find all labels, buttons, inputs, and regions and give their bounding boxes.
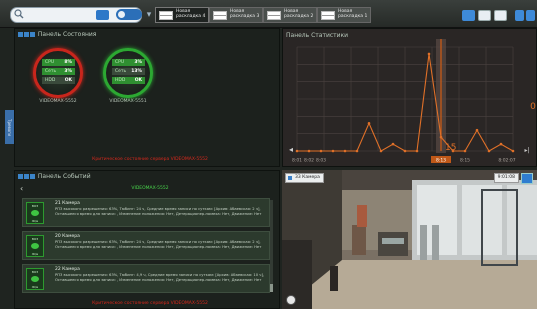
chart-point bbox=[463, 149, 467, 153]
layout-icon bbox=[213, 11, 227, 20]
chart-point bbox=[439, 135, 443, 139]
chart-point bbox=[403, 149, 407, 153]
chart-point bbox=[331, 149, 335, 153]
chart-cursor-value: 15 bbox=[445, 143, 456, 153]
tab-layout-3[interactable]: Новая раскладка 3 bbox=[209, 7, 263, 23]
camera-icon bbox=[288, 176, 292, 180]
chart-point bbox=[415, 149, 419, 153]
chart-right-value: 0 bbox=[530, 102, 536, 112]
layout-icon bbox=[159, 11, 173, 20]
server-name: VIDEOMAX-5551 bbox=[109, 99, 147, 104]
chart-point bbox=[379, 149, 383, 153]
camera-label[interactable]: 33 Камера bbox=[285, 173, 324, 183]
event-item[interactable]: ВОЗ Ж/м 20 Камера РП3 высокого разрешения… bbox=[22, 231, 270, 260]
event-item[interactable]: ВОЗ Ж/м 22 Камера РП3 высокого разрешения… bbox=[22, 264, 270, 293]
panel-icon bbox=[30, 32, 35, 37]
status-panel-header: Панель Состояния bbox=[18, 31, 96, 38]
chart-point bbox=[307, 149, 311, 153]
events-panel-title: Панель Событий bbox=[37, 173, 91, 180]
panel-icon bbox=[18, 32, 23, 37]
chart-point bbox=[355, 149, 359, 153]
chart-point bbox=[343, 149, 347, 153]
chevron-down-icon[interactable]: ▾ bbox=[144, 9, 154, 21]
cpu-row: CPU 3% bbox=[112, 59, 145, 66]
hdd-row: HDD OK bbox=[112, 77, 145, 84]
event-title: 21 Камера bbox=[55, 201, 80, 206]
search-icon bbox=[14, 9, 24, 19]
event-text: РП3 высокого разрешения: 63%, Тюбинг: 4,… bbox=[55, 273, 265, 282]
events-server-name: VIDEOMAX-5552 bbox=[131, 186, 169, 191]
panel-icon bbox=[30, 174, 35, 179]
chart-point bbox=[319, 149, 323, 153]
side-tab-alarms[interactable]: Тревоги bbox=[5, 110, 14, 144]
server-gauge-2[interactable]: CPU 3% Сеть 13% HDD OK bbox=[103, 48, 153, 98]
event-title: 22 Камера bbox=[55, 267, 80, 272]
event-item[interactable]: ВОЗ Ж/м 21 Камера РП3 высокого разрешения… bbox=[22, 198, 270, 227]
event-thumbnail: ВОЗ Ж/м bbox=[26, 268, 44, 290]
chart-tick-label: 8:15 bbox=[460, 158, 470, 164]
fullscreen-icon[interactable] bbox=[494, 10, 507, 21]
chart-point bbox=[367, 121, 371, 125]
net-row: Сеть 13% bbox=[112, 68, 145, 75]
events-scrollbar[interactable] bbox=[270, 200, 273, 292]
camera-status-icon[interactable] bbox=[286, 295, 296, 305]
camera-image bbox=[282, 170, 537, 309]
events-panel-header: Панель Событий bbox=[18, 173, 91, 180]
layout-grid-button[interactable] bbox=[462, 10, 475, 21]
chart-tick-label: 8:02:07 bbox=[498, 158, 515, 164]
camera-timestamp: 9:01:08 bbox=[493, 173, 519, 183]
back-arrow-icon[interactable]: ‹ bbox=[20, 184, 23, 193]
chart-tick-label: 8:03 bbox=[316, 158, 326, 164]
chart-point bbox=[427, 52, 431, 56]
tab-layout-4[interactable]: Новая раскладка 4 bbox=[155, 7, 209, 23]
chart-point bbox=[295, 149, 299, 153]
critical-warning: Критическое состояние сервера VIDEOMAX-5… bbox=[92, 157, 208, 162]
server-gauge-1[interactable]: CPU 8% Сеть 3% HDD OK bbox=[33, 48, 83, 98]
settings-icon[interactable] bbox=[515, 10, 524, 21]
event-title: 20 Камера bbox=[55, 234, 80, 239]
chart-point bbox=[511, 149, 515, 153]
panel-icon bbox=[24, 32, 29, 37]
camera-view[interactable]: 33 Камера 9:01:08 bbox=[282, 170, 537, 309]
chart-prev-arrow: ◂ bbox=[289, 145, 293, 154]
chart-tick-label: 8:02 bbox=[304, 158, 314, 164]
net-row: Сеть 3% bbox=[42, 68, 75, 75]
panel-icon bbox=[18, 174, 23, 179]
panel-icon bbox=[24, 174, 29, 179]
stats-panel: Панель Статистики 8:01 8:02 8:03 8:13 8:15 8:… bbox=[282, 28, 537, 167]
tab-layout-2[interactable]: Новая раскладка 2 bbox=[263, 7, 317, 23]
events-footer-warning: Критическое состояние сервера VIDEOMAX-5… bbox=[92, 301, 208, 306]
chart-point bbox=[499, 142, 503, 146]
hdd-row: HDD OK bbox=[42, 77, 75, 84]
status-panel-title: Панель Состояния bbox=[37, 31, 97, 38]
view-toggle-icon[interactable] bbox=[116, 9, 142, 20]
cpu-row: CPU 8% bbox=[42, 59, 75, 66]
event-thumbnail: ВОЗ Ж/м bbox=[26, 235, 44, 257]
expand-icon[interactable] bbox=[526, 10, 535, 21]
chart-next-arrow: ▸| bbox=[524, 147, 529, 154]
layout-icon bbox=[321, 11, 335, 20]
statistics-chart[interactable]: 8:01 8:02 8:03 8:13 8:15 8:02:07 ◂ ▸| 0 15 bbox=[283, 29, 537, 168]
event-thumbnail: ВОЗ Ж/м bbox=[26, 202, 44, 224]
event-text: РП3 высокого разрешения: 63%, Тюбинг: 24… bbox=[55, 240, 262, 249]
chart-tick-label: 8:01 bbox=[292, 158, 302, 164]
layout-split-button[interactable] bbox=[478, 10, 491, 21]
event-text: РП3 высокого разрешения: 63%, Тюбинг: 24… bbox=[55, 207, 262, 216]
camera-menu-icon[interactable] bbox=[521, 173, 533, 184]
chart-tick-label: 8:13 bbox=[436, 158, 446, 164]
server-name: VIDEOMAX-5552 bbox=[39, 99, 77, 104]
chart-point bbox=[475, 128, 479, 132]
layout-icon bbox=[267, 11, 281, 20]
chart-point bbox=[487, 149, 491, 153]
tab-layout-1[interactable]: Новая раскладка 1 bbox=[317, 7, 371, 23]
chart-point bbox=[391, 142, 395, 146]
grid-layout-icon[interactable] bbox=[96, 10, 109, 20]
